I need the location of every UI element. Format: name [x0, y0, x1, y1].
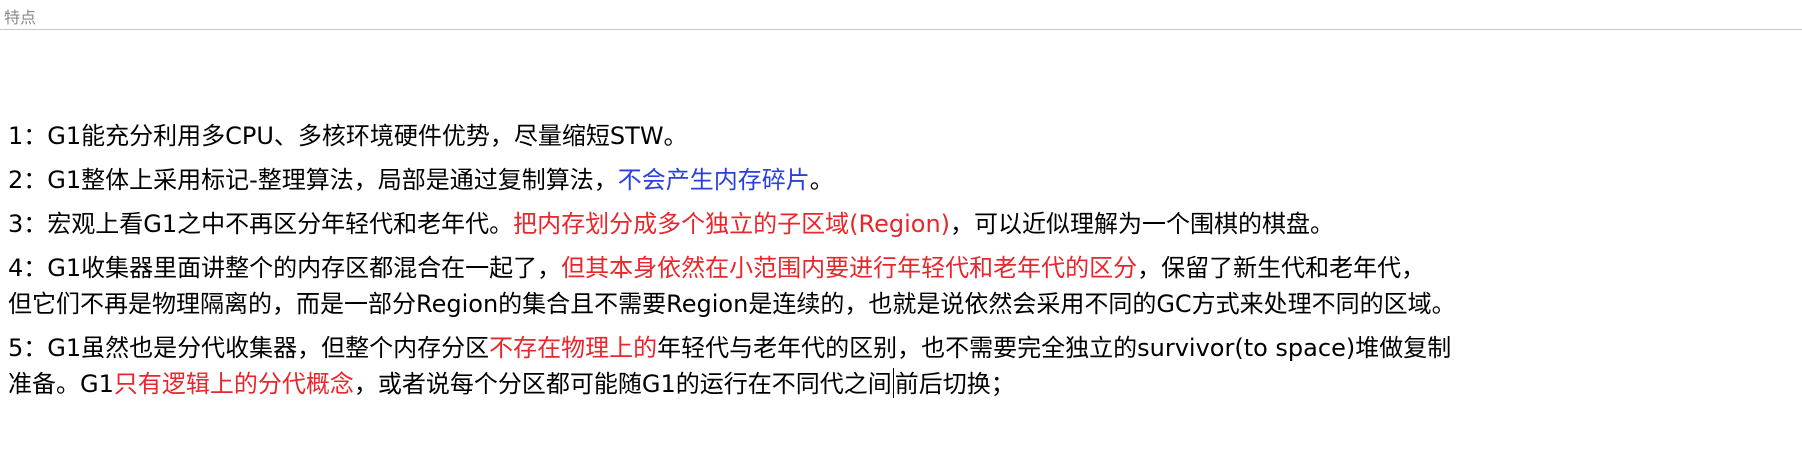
document-body[interactable]: 1：G1能充分利用多CPU、多核环境硬件优势，尽量缩短STW。 2：G1整体上采用… — [8, 118, 1798, 410]
text-segment: 准备。G1 — [8, 370, 114, 398]
list-item-2: 2：G1整体上采用标记-整理算法，局部是通过复制算法，不会产生内存碎片。 — [8, 162, 1798, 198]
highlighted-text-segment: 但其本身依然在小范围内要进行年轻代和老年代的区分 — [561, 254, 1138, 282]
highlighted-text-segment: 不存在物理上的 — [489, 334, 658, 362]
text-segment: 但它们不再是物理隔离的，而是一部分Region的集合且不需要Region是连续的… — [8, 290, 1456, 318]
list-item-line: 1：G1能充分利用多CPU、多核环境硬件优势，尽量缩短STW。 — [8, 118, 1798, 154]
list-item-line: 但它们不再是物理隔离的，而是一部分Region的集合且不需要Region是连续的… — [8, 286, 1798, 322]
list-item-line: 5：G1虽然也是分代收集器，但整个内存分区不存在物理上的年轻代与老年代的区别，也… — [8, 330, 1798, 366]
section-title: 特点 — [4, 8, 37, 27]
text-cursor — [892, 368, 894, 398]
text-segment: 4：G1收集器里面讲整个的内存区都混合在一起了， — [8, 254, 562, 282]
list-item-1: 1：G1能充分利用多CPU、多核环境硬件优势，尽量缩短STW。 — [8, 118, 1798, 154]
list-item-line: 4：G1收集器里面讲整个的内存区都混合在一起了，但其本身依然在小范围内要进行年轻… — [8, 250, 1798, 286]
list-item-line: 准备。G1只有逻辑上的分代概念，或者说每个分区都可能随G1的运行在不同代之间 前后… — [8, 366, 1798, 402]
text-segment: ，或者说每个分区都可能随G1的运行在不同代之间 — [353, 370, 892, 398]
text-segment: 。 — [809, 166, 834, 194]
list-item-5: 5：G1虽然也是分代收集器，但整个内存分区不存在物理上的年轻代与老年代的区别，也… — [8, 330, 1798, 402]
text-segment: 前后切换； — [894, 370, 1015, 398]
list-item-line: 3：宏观上看G1之中不再区分年轻代和老年代。把内存划分成多个独立的子区域(Reg… — [8, 206, 1798, 242]
text-segment: ，可以近似理解为一个围棋的棋盘。 — [950, 210, 1335, 238]
text-segment: 5：G1虽然也是分代收集器，但整个内存分区 — [8, 334, 490, 362]
section-header: 特点 — [0, 0, 1802, 30]
highlighted-text-segment: 把内存划分成多个独立的子区域(Region) — [513, 210, 951, 238]
highlighted-text-segment: 只有逻辑上的分代概念 — [113, 370, 354, 398]
text-segment: 1：G1能充分利用多CPU、多核环境硬件优势，尽量缩短STW。 — [8, 122, 688, 150]
list-item-3: 3：宏观上看G1之中不再区分年轻代和老年代。把内存划分成多个独立的子区域(Reg… — [8, 206, 1798, 242]
text-segment: 年轻代与老年代的区别，也不需要完全独立的survivor(to space)堆做… — [657, 334, 1452, 362]
highlighted-text-segment: 不会产生内存碎片 — [617, 166, 810, 194]
list-item-4: 4：G1收集器里面讲整个的内存区都混合在一起了，但其本身依然在小范围内要进行年轻… — [8, 250, 1798, 322]
text-segment: 2：G1整体上采用标记-整理算法，局部是通过复制算法， — [8, 166, 618, 194]
text-segment: 3：宏观上看G1之中不再区分年轻代和老年代。 — [8, 210, 514, 238]
text-segment: ，保留了新生代和老年代， — [1137, 254, 1426, 282]
list-item-line: 2：G1整体上采用标记-整理算法，局部是通过复制算法，不会产生内存碎片。 — [8, 162, 1798, 198]
